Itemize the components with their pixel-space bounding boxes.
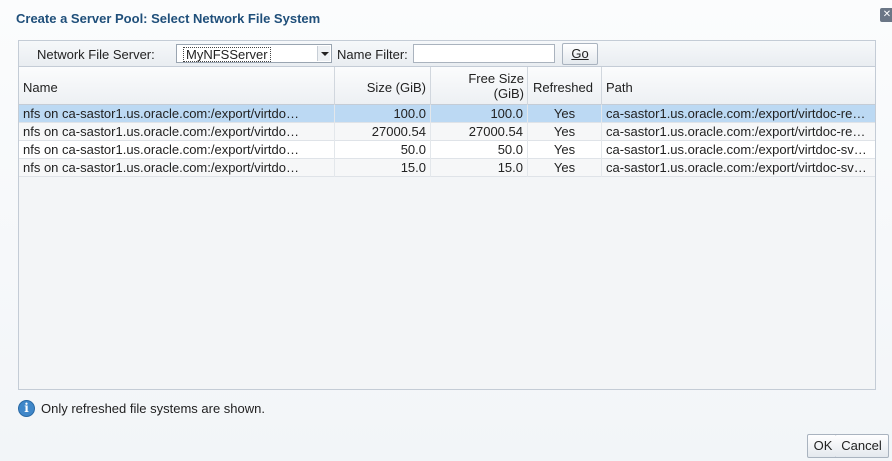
- network-file-server-label: Network File Server:: [37, 47, 155, 62]
- info-text: Only refreshed file systems are shown.: [41, 401, 265, 416]
- column-header-size[interactable]: Size (GiB): [335, 67, 431, 105]
- cell-free-size: 27000.54: [431, 123, 528, 141]
- cell-path: ca-sastor1.us.oracle.com:/export/virtdoc…: [606, 160, 867, 175]
- cell-refreshed: Yes: [528, 159, 602, 177]
- cell-name: nfs on ca-sastor1.us.oracle.com:/export/…: [19, 105, 335, 123]
- column-header-path[interactable]: Path: [602, 67, 875, 105]
- cell-size: 50.0: [335, 141, 431, 159]
- cell-name: nfs on ca-sastor1.us.oracle.com:/export/…: [19, 141, 335, 159]
- table-row[interactable]: nfs on ca-sastor1.us.oracle.com:/export/…: [19, 123, 875, 141]
- cell-refreshed: Yes: [528, 123, 602, 141]
- cell-refreshed: Yes: [528, 141, 602, 159]
- file-system-table: Name Size (GiB) Free Size (GiB) Refreshe…: [18, 66, 876, 390]
- network-file-server-select[interactable]: MyNFSServer: [176, 44, 332, 63]
- network-file-server-value: MyNFSServer: [183, 47, 271, 62]
- info-icon: i: [18, 400, 35, 417]
- dialog-title-bar: Create a Server Pool: Select Network Fil…: [0, 0, 892, 34]
- cancel-button[interactable]: Cancel: [835, 434, 889, 458]
- table-row[interactable]: nfs on ca-sastor1.us.oracle.com:/export/…: [19, 105, 875, 123]
- cell-size: 27000.54: [335, 123, 431, 141]
- cell-name: nfs on ca-sastor1.us.oracle.com:/export/…: [19, 159, 335, 177]
- cell-name: nfs on ca-sastor1.us.oracle.com:/export/…: [19, 123, 335, 141]
- table-row[interactable]: nfs on ca-sastor1.us.oracle.com:/export/…: [19, 141, 875, 159]
- column-header-name[interactable]: Name: [19, 67, 335, 105]
- column-header-refreshed[interactable]: Refreshed: [528, 67, 602, 105]
- cell-path: ca-sastor1.us.oracle.com:/export/virtdoc…: [606, 124, 866, 139]
- chevron-down-icon[interactable]: [317, 46, 330, 61]
- cell-free-size: 15.0: [431, 159, 528, 177]
- column-header-free-size[interactable]: Free Size (GiB): [431, 67, 528, 105]
- cell-size: 100.0: [335, 105, 431, 123]
- dialog-title: Create a Server Pool: Select Network Fil…: [16, 11, 321, 26]
- table-row[interactable]: nfs on ca-sastor1.us.oracle.com:/export/…: [19, 159, 875, 177]
- filter-toolbar: Network File Server: MyNFSServer Name Fi…: [18, 40, 876, 66]
- name-filter-input[interactable]: [413, 44, 555, 63]
- cell-path: ca-sastor1.us.oracle.com:/export/virtdoc…: [606, 106, 866, 121]
- close-icon[interactable]: ✕: [880, 8, 892, 22]
- cell-free-size: 50.0: [431, 141, 528, 159]
- select-nfs-dialog: Create a Server Pool: Select Network Fil…: [0, 0, 892, 461]
- go-button[interactable]: Go: [562, 43, 598, 65]
- cell-path: ca-sastor1.us.oracle.com:/export/virtdoc…: [606, 142, 867, 157]
- cell-size: 15.0: [335, 159, 431, 177]
- cell-free-size: 100.0: [431, 105, 528, 123]
- table-header: Name Size (GiB) Free Size (GiB) Refreshe…: [19, 67, 875, 105]
- name-filter-label: Name Filter:: [337, 47, 408, 62]
- cell-refreshed: Yes: [528, 105, 602, 123]
